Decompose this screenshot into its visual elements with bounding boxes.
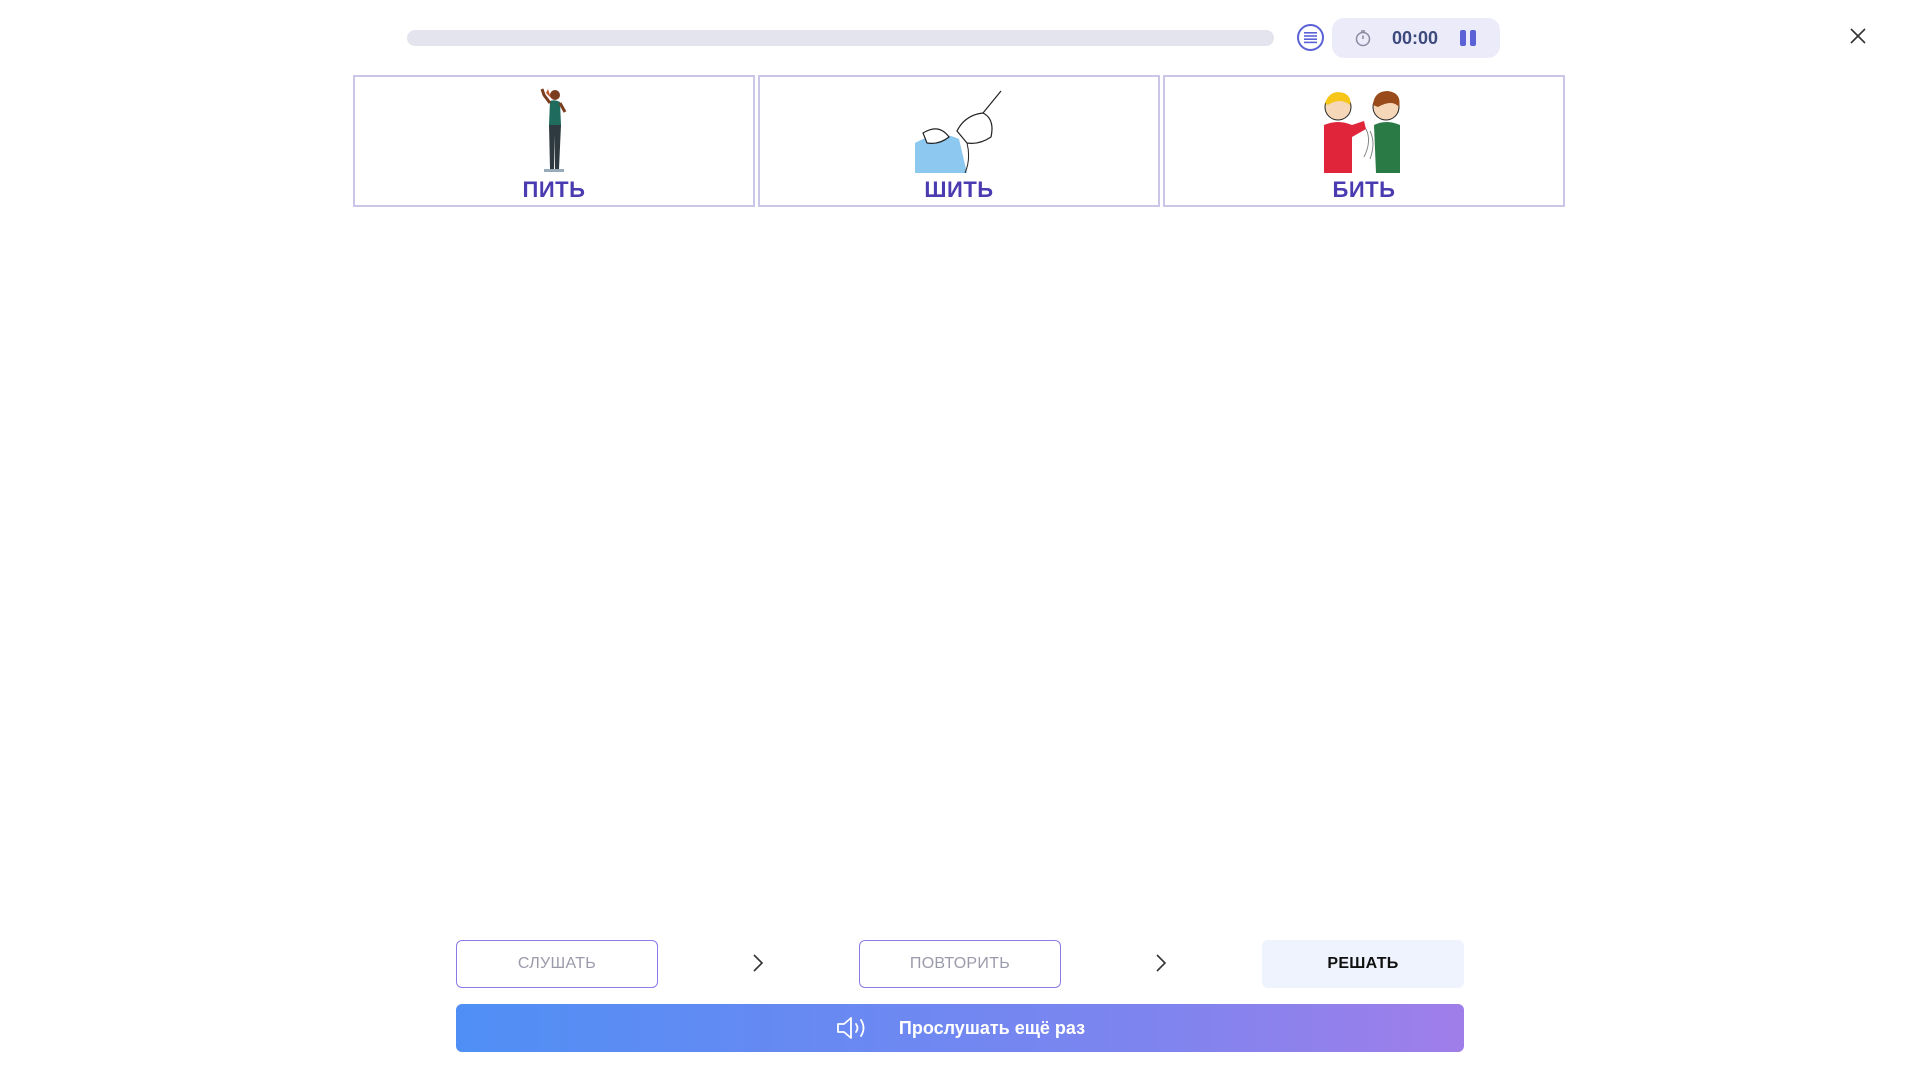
task-list-button[interactable] <box>1297 24 1324 51</box>
word-card-sew[interactable]: ШИТЬ <box>758 75 1160 207</box>
step-repeat-button[interactable]: ПОВТОРИТЬ <box>859 940 1061 988</box>
timer-value: 00:00 <box>1392 28 1439 48</box>
list-icon <box>1304 32 1317 44</box>
word-card-hit[interactable]: БИТЬ <box>1163 75 1565 207</box>
chevron-right-icon <box>753 954 764 972</box>
chevron-right-icon <box>1156 954 1167 972</box>
speaker-icon <box>837 1017 865 1039</box>
word-cards: ПИТЬ ШИТЬ БИТЬ <box>353 75 1565 207</box>
sewing-hands-picture <box>915 90 1002 173</box>
card-word: БИТЬ <box>1332 177 1396 202</box>
exercise-page: 00:00 ПИТЬ ШИТЬ БИТЬ СЛУШАТЬ ПОВТОРИТЬ Р… <box>0 0 1920 1080</box>
timer: 00:00 <box>1332 18 1500 58</box>
step-solve-button[interactable]: РЕШАТЬ <box>1262 940 1464 988</box>
listen-again-button[interactable]: Прослушать ещё раз <box>456 1004 1464 1052</box>
progress-bar <box>407 30 1274 46</box>
hitting-boys-picture <box>1324 91 1400 173</box>
clock-icon <box>1355 30 1371 47</box>
card-word: ШИТЬ <box>924 177 994 202</box>
card-word: ПИТЬ <box>522 177 586 202</box>
step-listen-button[interactable]: СЛУШАТЬ <box>456 940 658 988</box>
drinking-person-picture <box>540 88 567 172</box>
word-card-drink[interactable]: ПИТЬ <box>353 75 755 207</box>
listen-again-label: Прослушать ещё раз <box>898 1017 1086 1038</box>
close-icon[interactable] <box>1846 24 1870 48</box>
pause-button[interactable] <box>1458 29 1478 47</box>
